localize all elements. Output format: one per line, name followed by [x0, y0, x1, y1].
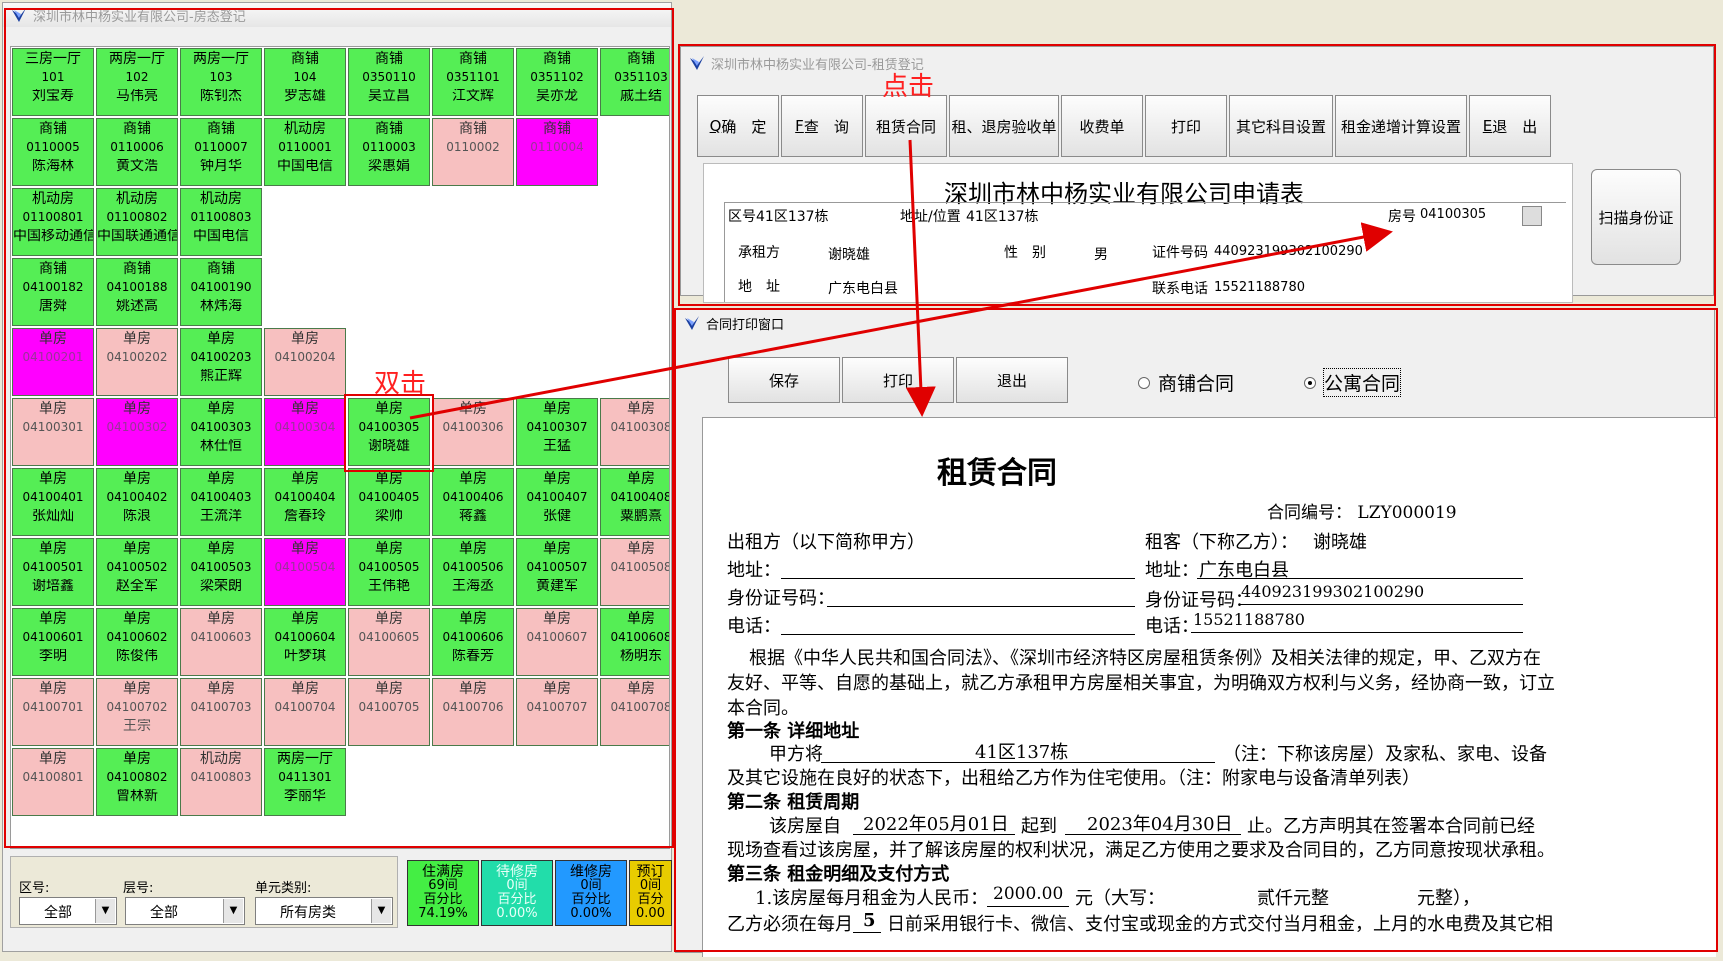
annotation-arrows — [409, 139, 1393, 420]
